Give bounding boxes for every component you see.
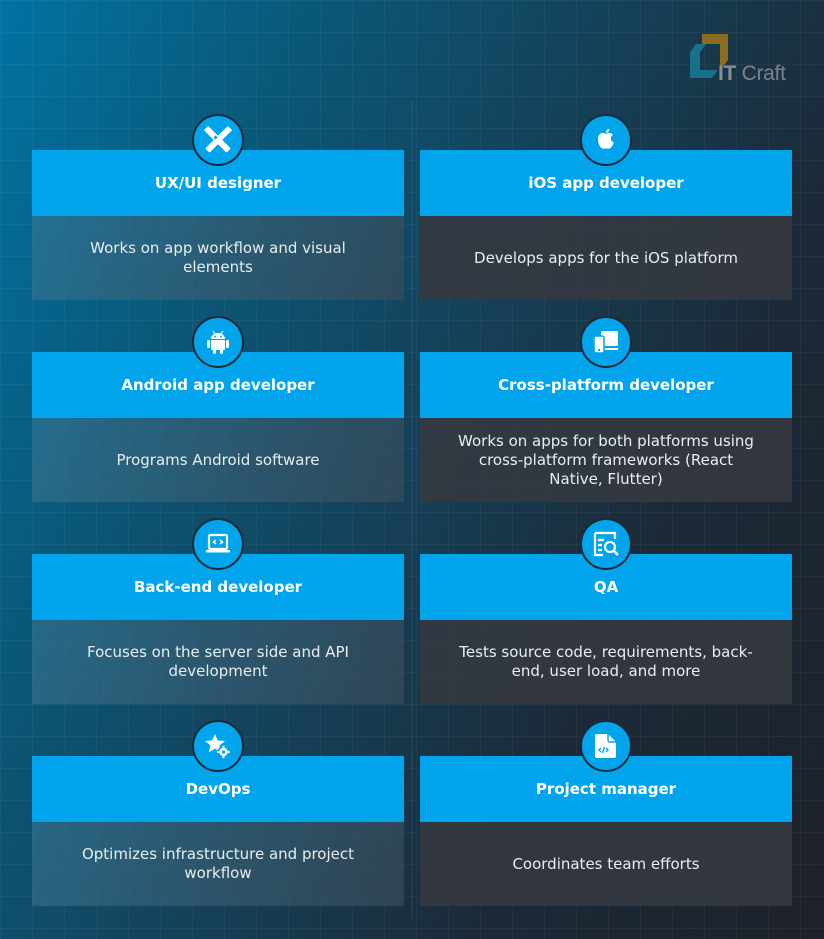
search-document-icon <box>580 518 632 570</box>
role-card-ux-ui: UX/UI designer Works on app workflow and… <box>32 114 404 300</box>
role-card-project-manager: Project manager Coordinates team efforts <box>420 720 792 906</box>
devices-icon <box>580 316 632 368</box>
laptop-code-icon <box>192 518 244 570</box>
android-icon <box>192 316 244 368</box>
role-description: Develops apps for the iOS platform <box>420 216 792 300</box>
role-card-qa: QA Tests source code, requirements, back… <box>420 518 792 704</box>
role-card-back-end: Back-end developer Focuses on the server… <box>32 518 404 704</box>
role-description: Works on app workflow and visual element… <box>32 216 404 300</box>
pencil-ruler-icon <box>192 114 244 166</box>
center-divider <box>411 100 413 920</box>
it-craft-logo: IT Craft <box>688 34 798 86</box>
role-description: Works on apps for both platforms using c… <box>420 418 792 502</box>
role-card-android: Android app developer Programs Android s… <box>32 316 404 502</box>
role-description: Tests source code, requirements, back-en… <box>420 620 792 704</box>
role-card-ios: iOS app developer Develops apps for the … <box>420 114 792 300</box>
star-gear-icon <box>192 720 244 772</box>
code-file-icon <box>580 720 632 772</box>
role-description: Coordinates team efforts <box>420 822 792 906</box>
logo-text: IT Craft <box>718 62 786 85</box>
role-description: Optimizes infrastructure and project wor… <box>32 822 404 906</box>
role-description: Programs Android software <box>32 418 404 502</box>
role-card-cross-platform: Cross-platform developer Works on apps f… <box>420 316 792 502</box>
role-description: Focuses on the server side and API devel… <box>32 620 404 704</box>
role-card-devops: DevOps Optimizes infrastructure and proj… <box>32 720 404 906</box>
apple-icon <box>580 114 632 166</box>
